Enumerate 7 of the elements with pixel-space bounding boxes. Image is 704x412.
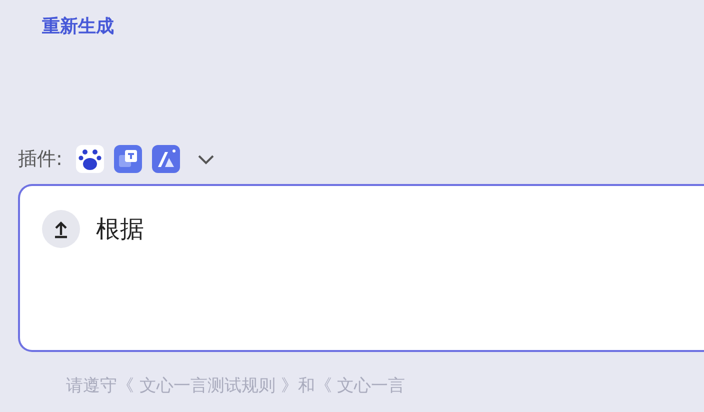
chat-square-icon[interactable] <box>114 145 142 173</box>
plugins-label: 插件: <box>18 147 62 172</box>
regenerate-link[interactable]: 重新生成 <box>42 14 114 38</box>
paw-icon[interactable] <box>76 145 104 173</box>
upload-icon[interactable] <box>42 210 80 248</box>
input-field[interactable]: 根据 <box>96 210 656 248</box>
terms-note: 请遵守《 文心一言测试规则 》和《 文心一言 <box>66 375 406 397</box>
